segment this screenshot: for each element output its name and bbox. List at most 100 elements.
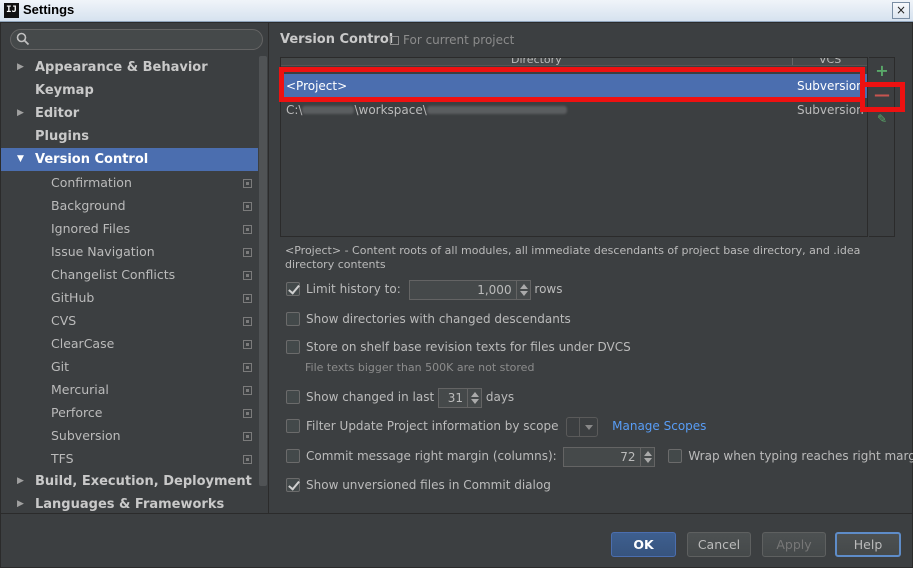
version-control-panel: Version Control For current project Dire… bbox=[270, 23, 913, 513]
title-bar: IJ Settings × bbox=[0, 0, 913, 22]
limit-history-option: Limit history to: 1,000 rows bbox=[286, 279, 563, 300]
scope-note: For current project bbox=[390, 33, 514, 47]
sidebar-item-ignored-files[interactable]: Ignored Files bbox=[1, 217, 258, 240]
expand-arrow-icon[interactable]: ▶ bbox=[17, 102, 24, 125]
project-level-icon bbox=[390, 36, 399, 45]
sidebar-item-plugins[interactable]: Plugins bbox=[1, 125, 258, 148]
column-header-vcs[interactable]: VCS bbox=[819, 58, 841, 65]
sidebar-item-background[interactable]: Background bbox=[1, 194, 258, 217]
sidebar-item-build-execution-deployment[interactable]: ▶ Build, Execution, Deployment bbox=[1, 470, 258, 493]
filter-update-checkbox[interactable] bbox=[286, 419, 300, 433]
show-dirs-checkbox[interactable] bbox=[286, 312, 300, 326]
store-shelf-checkbox[interactable] bbox=[286, 340, 300, 354]
redacted-text bbox=[302, 106, 355, 114]
window-title: Settings bbox=[23, 2, 75, 17]
sidebar-item-label: Background bbox=[51, 198, 126, 213]
show-changed-days-input[interactable]: 31 bbox=[438, 387, 469, 408]
manage-scopes-link[interactable]: Manage Scopes bbox=[612, 419, 706, 433]
sidebar-item-github[interactable]: GitHub bbox=[1, 286, 258, 309]
limit-history-input[interactable]: 1,000 bbox=[408, 279, 517, 300]
project-level-icon bbox=[243, 409, 252, 418]
search-icon bbox=[16, 32, 30, 46]
sidebar-item-label: Keymap bbox=[35, 83, 94, 98]
limit-history-unit: rows bbox=[534, 282, 563, 296]
expand-arrow-icon[interactable]: ▶ bbox=[17, 56, 24, 79]
filter-update-label: Filter Update Project information by sco… bbox=[306, 419, 559, 433]
project-level-icon bbox=[243, 225, 252, 234]
project-level-icon bbox=[243, 179, 252, 188]
apply-button[interactable]: Apply bbox=[762, 532, 826, 557]
help-button[interactable]: Help bbox=[835, 532, 901, 557]
add-mapping-button[interactable]: + bbox=[873, 62, 891, 80]
show-changed-unit: days bbox=[485, 390, 515, 404]
redacted-text bbox=[426, 106, 567, 114]
highlight-box-remove-button bbox=[860, 82, 905, 112]
show-changed-spinner[interactable] bbox=[468, 387, 483, 408]
scope-dropdown[interactable] bbox=[566, 416, 599, 437]
directory-prefix: C:\ bbox=[286, 103, 303, 117]
ok-button[interactable]: OK bbox=[611, 532, 676, 557]
wrap-typing-checkbox[interactable] bbox=[668, 449, 683, 463]
sidebar-item-label: Build, Execution, Deployment bbox=[35, 474, 252, 489]
sidebar-item-version-control[interactable]: ▼ Version Control bbox=[1, 148, 258, 171]
store-shelf-option: Store on shelf base revision texts for f… bbox=[286, 337, 631, 357]
project-level-icon bbox=[243, 248, 252, 257]
limit-history-label: Limit history to: bbox=[306, 282, 401, 296]
sidebar-item-label: Subversion bbox=[51, 428, 121, 443]
sidebar-item-label: ClearCase bbox=[51, 336, 115, 351]
sidebar-item-label: Git bbox=[51, 359, 70, 374]
settings-search-input[interactable] bbox=[10, 29, 263, 50]
store-shelf-hint: File texts bigger than 500K are not stor… bbox=[305, 361, 535, 374]
project-level-icon bbox=[243, 202, 252, 211]
collapse-arrow-icon[interactable]: ▼ bbox=[17, 148, 24, 171]
project-level-icon bbox=[243, 317, 252, 326]
sidebar-item-appearance-behavior[interactable]: ▶ Appearance & Behavior bbox=[1, 56, 258, 79]
highlight-box-project-row bbox=[279, 67, 865, 102]
show-changed-checkbox[interactable] bbox=[286, 390, 300, 404]
sidebar-item-issue-navigation[interactable]: Issue Navigation bbox=[1, 240, 258, 263]
sidebar-item-label: GitHub bbox=[51, 290, 95, 305]
scope-note-text: For current project bbox=[403, 33, 515, 47]
sidebar-item-label: Version Control bbox=[35, 152, 149, 167]
directory-middle: \workspace\ bbox=[354, 103, 427, 117]
expand-arrow-icon[interactable]: ▶ bbox=[17, 470, 24, 493]
show-dirs-option: Show directories with changed descendant… bbox=[286, 309, 571, 329]
sidebar-item-label: Perforce bbox=[51, 405, 103, 420]
commit-margin-checkbox[interactable] bbox=[286, 449, 300, 463]
edit-mapping-button[interactable]: ✎ bbox=[873, 110, 891, 128]
sidebar-item-editor[interactable]: ▶ Editor bbox=[1, 102, 258, 125]
sidebar-item-cvs[interactable]: CVS bbox=[1, 309, 258, 332]
show-unversioned-checkbox[interactable] bbox=[286, 478, 300, 492]
project-description: <Project> - Content roots of all modules… bbox=[285, 244, 861, 271]
sidebar-item-perforce[interactable]: Perforce bbox=[1, 401, 258, 424]
limit-history-spinner[interactable] bbox=[516, 279, 531, 300]
show-dirs-label: Show directories with changed descendant… bbox=[306, 312, 571, 326]
settings-tree: ▶ Appearance & Behavior Keymap ▶ Editor … bbox=[1, 56, 258, 516]
sidebar-item-mercurial[interactable]: Mercurial bbox=[1, 378, 258, 401]
commit-margin-input[interactable]: 72 bbox=[562, 446, 641, 467]
sidebar-item-clearcase[interactable]: ClearCase bbox=[1, 332, 258, 355]
project-level-icon bbox=[243, 363, 252, 372]
sidebar-item-git[interactable]: Git bbox=[1, 355, 258, 378]
show-changed-option: Show changed in last 31 days bbox=[286, 387, 515, 408]
column-header-directory[interactable]: Directory bbox=[511, 58, 562, 65]
cancel-button[interactable]: Cancel bbox=[687, 532, 751, 557]
commit-margin-label: Commit message right margin (columns): bbox=[306, 449, 557, 463]
column-divider[interactable] bbox=[792, 58, 793, 65]
table-header: Directory VCS bbox=[281, 58, 867, 66]
dialog-footer: OK Cancel Apply Help bbox=[1, 513, 912, 567]
sidebar-item-keymap[interactable]: Keymap bbox=[1, 79, 258, 102]
sidebar-item-label: Mercurial bbox=[51, 382, 109, 397]
sidebar-item-confirmation[interactable]: Confirmation bbox=[1, 171, 258, 194]
commit-margin-spinner[interactable] bbox=[640, 446, 655, 467]
page-title: Version Control bbox=[280, 32, 394, 47]
sidebar-item-subversion[interactable]: Subversion bbox=[1, 424, 258, 447]
limit-history-checkbox[interactable] bbox=[286, 282, 300, 296]
sidebar-scrollbar[interactable] bbox=[259, 56, 267, 486]
close-window-button[interactable]: × bbox=[892, 2, 910, 19]
sidebar-item-label: TFS bbox=[51, 451, 74, 466]
sidebar-item-label: Appearance & Behavior bbox=[35, 60, 208, 75]
project-level-icon bbox=[243, 386, 252, 395]
sidebar-item-tfs[interactable]: TFS bbox=[1, 447, 258, 470]
sidebar-item-changelist-conflicts[interactable]: Changelist Conflicts bbox=[1, 263, 258, 286]
